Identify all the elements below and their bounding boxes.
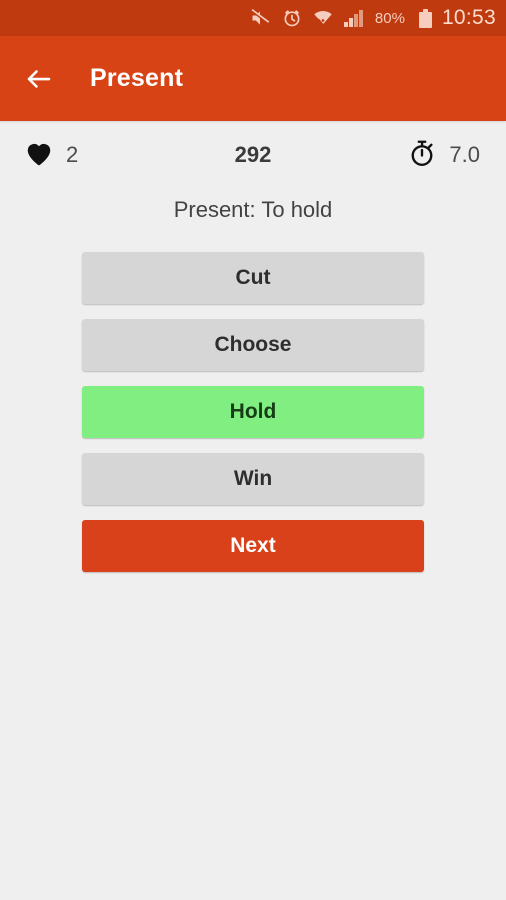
battery-percent-label: 80% [374,9,405,27]
answer-button-cut[interactable]: Cut [82,252,424,304]
answer-button-hold[interactable]: Hold [82,386,424,438]
timer-value: 7.0 [449,142,480,167]
status-bar: 80% 10:53 [0,0,506,36]
timer-stat: 7.0 [407,138,480,173]
answer-button-win[interactable]: Win [82,453,424,505]
mute-icon [249,7,271,29]
alarm-icon [282,7,302,29]
status-bar-clock: 10:53 [441,6,496,29]
wifi-icon [313,7,333,29]
page-title: Present [90,64,184,92]
app-bar: Present [0,36,506,121]
battery-icon [416,7,432,29]
back-arrow-icon[interactable] [24,64,54,94]
next-button[interactable]: Next [82,520,424,572]
stats-row: 2 292 7.0 [0,121,506,189]
stopwatch-icon [407,138,437,173]
answer-button-list: Cut Choose Hold Win Next [0,252,506,572]
prompt-text: Present: To hold [173,197,333,222]
signal-icon [343,7,364,29]
answer-button-choose[interactable]: Choose [82,319,424,371]
